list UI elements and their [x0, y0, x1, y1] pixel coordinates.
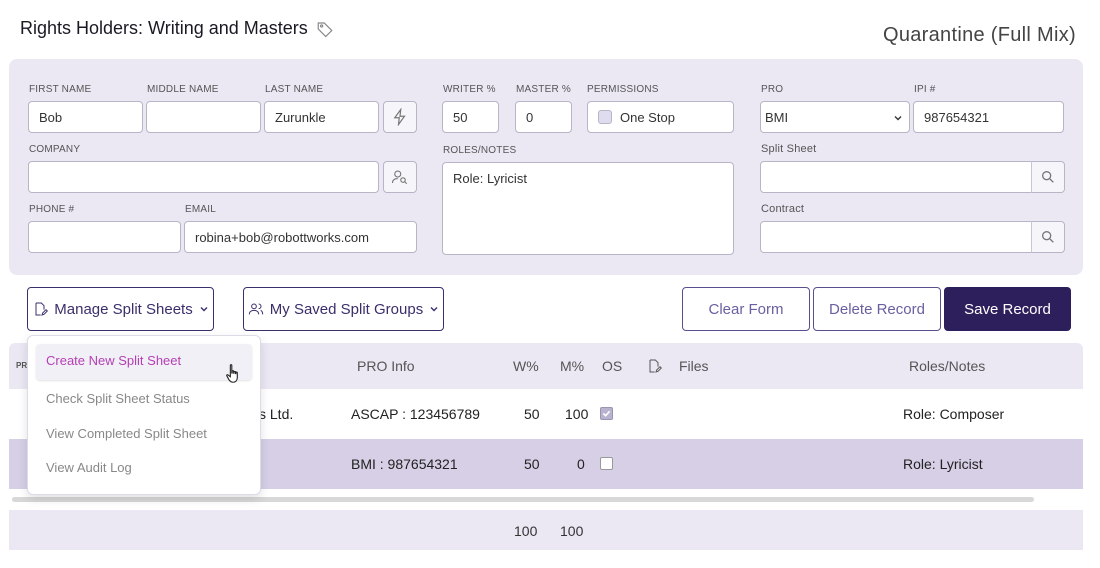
delete-record-button[interactable]: Delete Record — [813, 287, 941, 331]
menu-item-view-completed[interactable]: View Completed Split Sheet — [46, 426, 207, 441]
ipi-field[interactable]: 987654321 — [913, 101, 1064, 133]
horizontal-scrollbar[interactable] — [12, 497, 1034, 502]
tag-icon[interactable] — [316, 20, 334, 38]
column-header-one-stop[interactable]: OS — [602, 358, 622, 374]
manage-split-sheets-menu: Create New Split Sheet Check Split Sheet… — [27, 335, 261, 495]
users-icon — [248, 303, 263, 315]
row-roles-notes: Role: Lyricist — [903, 456, 983, 472]
saved-split-groups-label: My Saved Split Groups — [269, 300, 424, 318]
row-pro-info: ASCAP : 123456789 — [351, 406, 480, 422]
pro-select[interactable]: BMI — [760, 101, 910, 133]
user-search-icon — [391, 170, 408, 185]
split-sheet-label: Split Sheet — [761, 143, 817, 155]
manage-split-sheets-button[interactable]: Manage Split Sheets — [27, 287, 214, 331]
split-sheet-field[interactable] — [760, 161, 1032, 193]
last-name-label: LAST NAME — [265, 84, 324, 95]
roles-notes-field[interactable]: Role: Lyricist — [442, 162, 734, 255]
column-header-pro-info[interactable]: PRO Info — [357, 358, 415, 374]
ipi-label: IPI # — [914, 84, 936, 95]
total-writer-percent: 100 — [514, 523, 538, 539]
company-field[interactable] — [28, 161, 379, 193]
document-edit-icon — [649, 359, 662, 373]
permissions-label: PERMISSIONS — [587, 84, 659, 95]
manage-split-sheets-label: Manage Split Sheets — [54, 300, 193, 318]
column-header-master[interactable]: M% — [560, 358, 584, 374]
save-record-button[interactable]: Save Record — [944, 287, 1071, 331]
email-field[interactable]: robina+bob@robottworks.com — [184, 221, 417, 253]
column-header-roles-notes[interactable]: Roles/Notes — [909, 358, 985, 374]
row-one-stop-checkbox[interactable] — [600, 457, 613, 470]
one-stop-check[interactable] — [598, 110, 612, 124]
row-master-percent: 100 — [565, 406, 589, 422]
middle-name-label: MIDDLE NAME — [147, 84, 219, 95]
email-label: EMAIL — [185, 204, 217, 215]
totals-row: 100 100 — [9, 510, 1083, 550]
check-icon — [602, 410, 611, 417]
phone-field[interactable] — [28, 221, 181, 253]
hand-pointer-icon — [226, 364, 238, 383]
column-header-files[interactable]: Files — [679, 358, 709, 374]
company-label: COMPANY — [29, 144, 81, 155]
chevron-down-icon — [430, 307, 438, 312]
column-header-writer[interactable]: W% — [513, 358, 539, 374]
master-percent-label: MASTER % — [516, 84, 571, 95]
one-stop-label: One Stop — [620, 109, 675, 125]
search-icon — [1042, 231, 1054, 243]
split-sheet-search-button[interactable] — [1031, 161, 1065, 193]
track-title: Quarantine (Full Mix) — [882, 24, 1076, 46]
row-pro-info: BMI : 987654321 — [351, 456, 458, 472]
page-title: Rights Holders: Writing and Masters — [20, 18, 334, 39]
contract-label: Contract — [761, 203, 805, 215]
roles-notes-label: ROLES/NOTES — [443, 145, 517, 156]
pro-selected: BMI — [765, 109, 789, 125]
company-lookup-button[interactable] — [383, 161, 417, 193]
first-name-label: FIRST NAME — [29, 84, 92, 95]
row-one-stop-checkbox[interactable] — [600, 407, 613, 420]
saved-split-groups-button[interactable]: My Saved Split Groups — [243, 287, 444, 331]
row-roles-notes: Role: Composer — [903, 406, 1005, 422]
chevron-down-icon — [200, 307, 208, 312]
first-name-field[interactable]: Bob — [28, 101, 143, 133]
master-percent-field[interactable]: 0 — [515, 101, 572, 133]
row-master-percent: 0 — [577, 456, 585, 472]
search-icon — [1042, 171, 1054, 183]
phone-label: PHONE # — [29, 204, 75, 215]
menu-item-create-split-sheet[interactable]: Create New Split Sheet — [46, 353, 181, 368]
pro-label: PRO — [761, 84, 784, 95]
one-stop-checkbox[interactable]: One Stop — [587, 101, 734, 133]
writer-percent-field[interactable]: 50 — [442, 101, 499, 133]
menu-item-check-status[interactable]: Check Split Sheet Status — [46, 391, 190, 406]
page-title-text: Rights Holders: Writing and Masters — [20, 18, 308, 38]
menu-item-audit-log[interactable]: View Audit Log — [46, 460, 132, 475]
row-writer-percent: 50 — [524, 406, 540, 422]
last-name-field[interactable]: Zurunkle — [264, 101, 379, 133]
row-writer-percent: 50 — [524, 456, 540, 472]
contract-search-button[interactable] — [1031, 221, 1065, 253]
quick-fill-button[interactable] — [383, 101, 417, 133]
clear-form-button[interactable]: Clear Form — [682, 287, 810, 331]
total-master-percent: 100 — [560, 523, 584, 539]
contract-field[interactable] — [760, 221, 1032, 253]
middle-name-field[interactable] — [146, 101, 261, 133]
column-header-pr: PR — [16, 361, 28, 370]
chevron-down-icon — [894, 116, 902, 121]
document-edit-icon — [35, 302, 49, 316]
writer-percent-label: WRITER % — [443, 84, 496, 95]
lightning-icon — [393, 108, 406, 126]
